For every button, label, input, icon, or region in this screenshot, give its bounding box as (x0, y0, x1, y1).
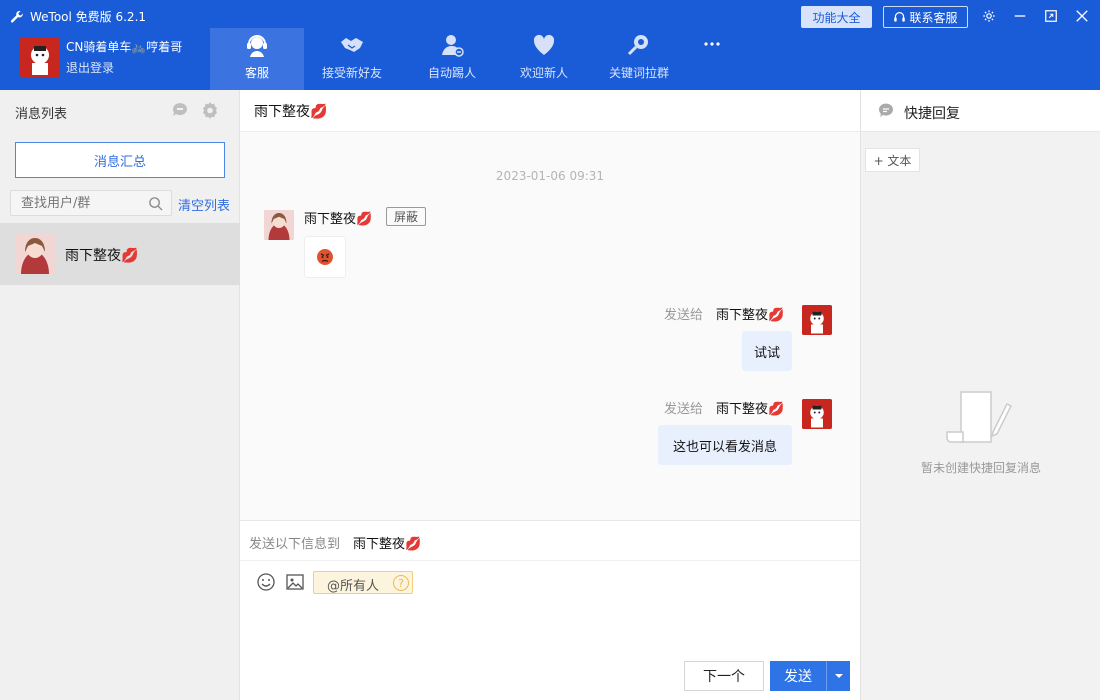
chat-header: 雨下整夜💋 (240, 90, 860, 132)
maximize-button[interactable] (1043, 8, 1059, 24)
panel-title: 消息列表 (15, 107, 68, 122)
compose-recipient: 发送以下信息到 雨下整夜💋 (240, 521, 860, 561)
handshake-icon (341, 38, 363, 52)
avatar[interactable] (264, 210, 294, 240)
quick-reply-panel: 快捷回复 + 文本 暂未创建快捷回复消息 (860, 90, 1100, 700)
send-button[interactable]: 发送 (770, 661, 826, 691)
contact-photo-icon (15, 234, 55, 274)
cartoon-avatar-icon (802, 305, 832, 335)
app-title: WeTool 免费版 6.2.1 (10, 8, 146, 25)
account-name: CN骑着单车🚲哼着哥 (66, 40, 183, 54)
minimize-icon (1014, 15, 1026, 17)
cartoon-avatar-icon (20, 37, 60, 77)
empty-document-icon (946, 391, 1013, 443)
tab-customer-service[interactable]: 客服 (210, 28, 304, 90)
avatar[interactable] (20, 37, 60, 77)
sent-to-label: 发送给 (664, 402, 704, 417)
tab-label: 欢迎新人 (519, 66, 568, 80)
panel-actions (170, 100, 220, 120)
app-header: WeTool 免费版 6.2.1 功能大全 联系客服 CN骑着单车🚲哼着哥 退出… (0, 0, 1100, 90)
message-bubble: 试试 (742, 331, 792, 371)
wrench-icon (10, 10, 23, 23)
message-list-panel: 消息列表 消息汇总 清空列表 雨下整夜💋 (0, 90, 240, 700)
headset-icon (247, 35, 267, 57)
avatar[interactable] (802, 399, 832, 429)
message-timestamp: 2023-01-06 09:31 (495, 169, 605, 183)
caret-down-icon (834, 674, 843, 678)
user-remove-icon (442, 35, 464, 57)
compose-to-label: 发送以下信息到 (249, 537, 341, 552)
app-title-text: WeTool 免费版 6.2.1 (30, 10, 147, 24)
support-button[interactable]: 联系客服 (883, 6, 968, 28)
contact-name: 雨下整夜💋 (65, 248, 139, 264)
empty-state-text: 暂未创建快捷回复消息 (920, 461, 1041, 475)
account-panel: CN骑着单车🚲哼着哥 退出登录 (20, 37, 210, 77)
quick-reply-title: 快捷回复 (904, 106, 960, 122)
tab-welcome[interactable]: 欢迎新人 (504, 28, 584, 90)
next-button[interactable]: 下一个 (684, 661, 764, 691)
search-input[interactable] (21, 194, 141, 212)
avatar[interactable] (802, 305, 832, 335)
features-button[interactable]: 功能大全 (801, 6, 872, 28)
close-button[interactable] (1074, 8, 1090, 24)
quick-reply-header: 快捷回复 (861, 90, 1100, 132)
message-bubble: 这也可以看发消息 (658, 425, 792, 465)
recipient-name: 雨下整夜💋 (716, 402, 785, 417)
heart-icon (533, 34, 555, 55)
help-icon[interactable]: ? (393, 575, 409, 591)
mention-all-label: @所有人 (327, 579, 380, 594)
tab-more[interactable] (694, 28, 730, 90)
headset-icon (894, 11, 906, 22)
main-nav: 客服 接受新好友 自动踢人 欢迎新人 关键词拉群 (210, 28, 730, 90)
tab-label: 关键词拉群 (608, 66, 669, 80)
chat-bubble-icon (878, 103, 893, 117)
image-icon[interactable] (285, 572, 305, 592)
search-box[interactable] (10, 190, 172, 216)
message-summary-button[interactable]: 消息汇总 (15, 142, 225, 178)
search-icon (149, 197, 163, 211)
tab-label: 客服 (244, 66, 269, 80)
sender-name: 雨下整夜💋 (304, 212, 373, 227)
gear-icon (983, 10, 995, 22)
tab-label: 自动踢人 (427, 66, 476, 80)
logout-link[interactable]: 退出登录 (66, 59, 114, 76)
chat-off-icon[interactable] (170, 100, 190, 120)
send-options-button[interactable] (826, 661, 850, 691)
support-button-label: 联系客服 (909, 10, 958, 25)
recipient-name: 雨下整夜💋 (716, 308, 785, 323)
title-bar: WeTool 免费版 6.2.1 功能大全 联系客服 (0, 0, 1100, 30)
search-key-icon (627, 35, 648, 56)
compose-to-name: 雨下整夜💋 (353, 537, 422, 552)
cartoon-avatar-icon (802, 399, 832, 429)
emoji-icon[interactable] (256, 572, 276, 592)
close-icon (1076, 10, 1088, 22)
angry-face-icon (317, 249, 333, 265)
chat-panel: 雨下整夜💋 2023-01-06 09:31 雨下整夜💋 屏蔽 发送给 雨下整夜… (240, 90, 860, 700)
tab-label: 接受新好友 (321, 66, 382, 80)
sent-to-label: 发送给 (664, 308, 704, 323)
emoji-message (304, 236, 346, 278)
avatar (15, 234, 55, 274)
gear-icon[interactable] (200, 100, 220, 120)
contact-photo-icon (264, 210, 294, 240)
settings-button[interactable] (981, 8, 997, 24)
minimize-button[interactable] (1012, 8, 1028, 24)
mention-all-button[interactable]: @所有人 ? (313, 571, 413, 594)
more-icon (704, 42, 720, 46)
tab-auto-kick[interactable]: 自动踢人 (400, 28, 504, 90)
compose-area: 发送以下信息到 雨下整夜💋 @所有人 ? 下一个 发送 (240, 520, 860, 700)
chat-title: 雨下整夜💋 (254, 104, 328, 120)
clear-list-link[interactable]: 清空列表 (178, 195, 230, 214)
tab-keyword-group[interactable]: 关键词拉群 (584, 28, 694, 90)
block-button[interactable]: 屏蔽 (386, 207, 426, 226)
list-item[interactable]: 雨下整夜💋 (0, 223, 240, 285)
add-text-button[interactable]: + 文本 (865, 148, 920, 172)
tab-accept-friends[interactable]: 接受新好友 (304, 28, 400, 90)
maximize-icon (1045, 10, 1057, 22)
